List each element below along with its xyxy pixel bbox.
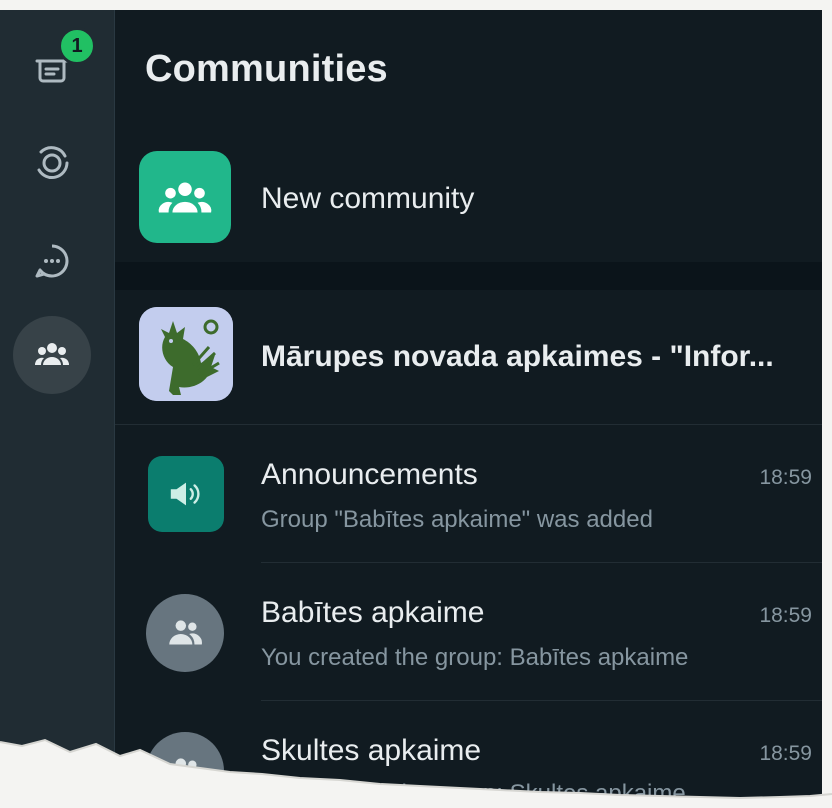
group-icon: [169, 620, 202, 645]
page-title: Communities: [145, 48, 388, 90]
chat-last-message: You created the group: Babītes apkaime: [261, 644, 689, 671]
chat-row-announcements[interactable]: Announcements Group "Babītes apkaime" wa…: [115, 430, 832, 560]
communities-icon: [34, 343, 70, 365]
new-community-avatar: [139, 151, 231, 243]
channels-nav-button[interactable]: [13, 222, 91, 300]
divider: [261, 700, 832, 701]
group-icon: [169, 758, 202, 783]
megaphone-icon: [170, 482, 200, 506]
unread-badge: 1: [58, 27, 96, 65]
communities-panel: Communities New community Mārupes novada…: [115, 0, 832, 808]
group-avatar: [146, 732, 224, 808]
chat-title: Skultes apkaime: [261, 734, 482, 767]
new-community-row[interactable]: New community: [115, 145, 832, 255]
group-avatar: [146, 594, 224, 672]
channels-icon: [35, 244, 69, 278]
divider: [115, 424, 832, 425]
chat-last-message: Group "Babītes apkaime" was added: [261, 506, 653, 533]
community-name: Mārupes novada apkaimes - "Infor...: [261, 340, 774, 373]
community-icon: [158, 182, 212, 213]
community-header-row[interactable]: Mārupes novada apkaimes - "Infor...: [115, 300, 832, 420]
app-window: 1 Communities New community Mārupes nova…: [0, 0, 832, 808]
chat-last-message: You created the group: Skultes apkaime: [261, 780, 686, 807]
status-icon: [37, 146, 69, 180]
chat-timestamp: 18:59: [759, 466, 812, 489]
chat-row-skultes[interactable]: Skultes apkaime You created the group: S…: [115, 706, 832, 808]
announcements-avatar: [148, 456, 224, 532]
section-separator: [115, 262, 832, 290]
community-avatar: [139, 307, 233, 401]
chat-timestamp: 18:59: [759, 604, 812, 627]
chat-title: Babītes apkaime: [261, 596, 485, 629]
chat-row-babites[interactable]: Babītes apkaime You created the group: B…: [115, 568, 832, 700]
bird-logo-icon: [139, 307, 233, 401]
chat-title: Announcements: [261, 458, 478, 491]
new-community-label: New community: [261, 182, 475, 215]
status-nav-button[interactable]: [13, 124, 91, 202]
chat-timestamp: 18:59: [759, 742, 812, 765]
communities-nav-button[interactable]: [13, 316, 91, 394]
divider: [261, 562, 832, 563]
nav-rail: 1: [0, 0, 115, 808]
